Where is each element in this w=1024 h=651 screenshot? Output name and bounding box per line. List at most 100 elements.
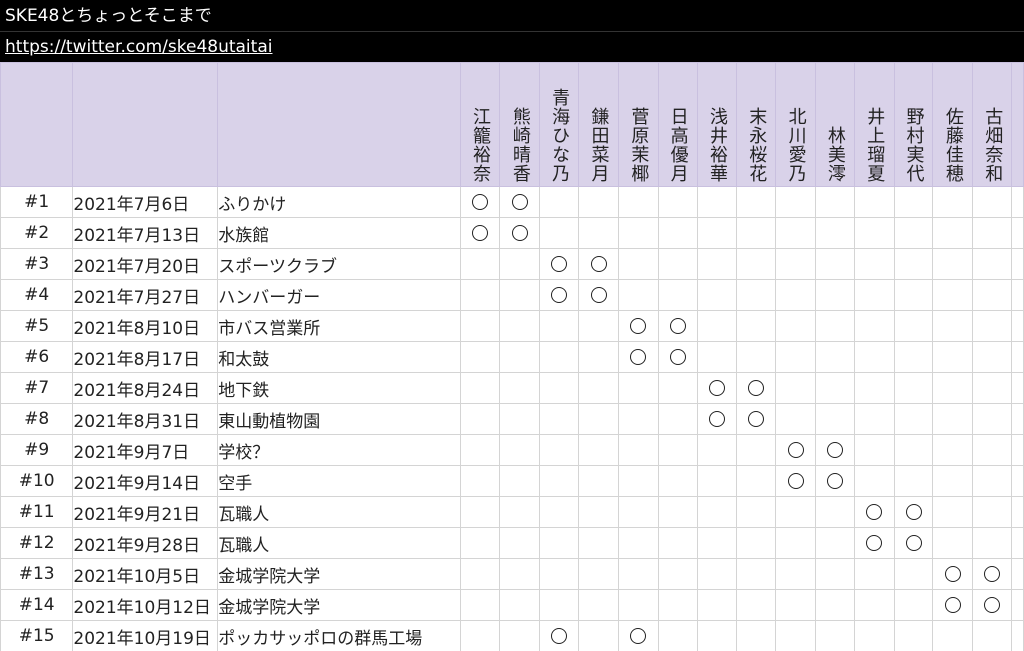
appearance-mark-cell[interactable] — [972, 589, 1013, 621]
empty-cell[interactable] — [815, 341, 855, 373]
empty-cell[interactable] — [736, 589, 777, 621]
empty-cell[interactable] — [775, 527, 816, 559]
empty-cell[interactable] — [1011, 496, 1024, 528]
empty-cell[interactable] — [853, 620, 895, 651]
date-cell[interactable]: 2021年10月19日 — [72, 620, 219, 651]
episode-number-cell[interactable]: #7 — [0, 372, 74, 404]
appearance-mark-cell[interactable] — [539, 620, 580, 651]
empty-cell[interactable] — [657, 589, 698, 621]
empty-cell[interactable] — [657, 403, 698, 435]
appearance-mark-cell[interactable] — [539, 248, 580, 280]
member-header-cell[interactable]: 野村実代 — [893, 62, 934, 187]
empty-cell[interactable] — [736, 310, 777, 342]
date-cell[interactable]: 2021年9月14日 — [72, 465, 219, 497]
empty-cell[interactable] — [696, 620, 738, 651]
empty-cell[interactable] — [539, 434, 580, 466]
empty-cell[interactable] — [578, 558, 619, 590]
empty-cell[interactable] — [539, 310, 580, 342]
empty-cell[interactable] — [932, 527, 974, 559]
title-cell[interactable]: 金城学院大学 — [217, 589, 461, 621]
episode-number-cell[interactable]: #2 — [0, 217, 74, 249]
empty-cell[interactable] — [657, 496, 698, 528]
empty-cell[interactable] — [853, 372, 895, 404]
empty-cell[interactable] — [972, 527, 1013, 559]
empty-cell[interactable] — [578, 465, 619, 497]
empty-cell[interactable] — [853, 465, 895, 497]
empty-cell[interactable] — [578, 589, 619, 621]
date-cell[interactable]: 2021年7月20日 — [72, 248, 219, 280]
empty-cell[interactable] — [972, 620, 1013, 651]
empty-cell[interactable] — [893, 279, 934, 311]
episode-number-cell[interactable]: #6 — [0, 341, 74, 373]
empty-cell[interactable] — [815, 310, 855, 342]
appearance-mark-cell[interactable] — [815, 465, 855, 497]
empty-cell[interactable] — [1011, 62, 1024, 187]
empty-cell[interactable] — [893, 248, 934, 280]
empty-cell[interactable] — [1011, 465, 1024, 497]
empty-cell[interactable] — [499, 248, 541, 280]
episode-number-cell[interactable]: #11 — [0, 496, 74, 528]
empty-cell[interactable] — [932, 279, 974, 311]
empty-cell[interactable] — [617, 589, 659, 621]
empty-cell[interactable] — [657, 558, 698, 590]
empty-cell[interactable] — [736, 186, 777, 218]
appearance-mark-cell[interactable] — [736, 372, 777, 404]
empty-cell[interactable] — [972, 434, 1013, 466]
date-cell[interactable]: 2021年9月28日 — [72, 527, 219, 559]
member-header-cell[interactable]: 日高優月 — [657, 62, 698, 187]
empty-cell[interactable] — [775, 496, 816, 528]
empty-cell[interactable] — [696, 217, 738, 249]
appearance-mark-cell[interactable] — [657, 310, 698, 342]
empty-cell[interactable] — [775, 310, 816, 342]
empty-cell[interactable] — [459, 558, 501, 590]
empty-cell[interactable] — [972, 341, 1013, 373]
empty-cell[interactable] — [815, 620, 855, 651]
empty-cell[interactable] — [499, 403, 541, 435]
title-cell[interactable]: 和太鼓 — [217, 341, 461, 373]
empty-cell[interactable] — [617, 403, 659, 435]
empty-cell[interactable] — [893, 310, 934, 342]
empty-cell[interactable] — [815, 372, 855, 404]
title-cell[interactable]: ふりかけ — [217, 186, 461, 218]
member-header-cell[interactable]: 林美澪 — [815, 62, 855, 187]
empty-cell[interactable] — [459, 496, 501, 528]
sheet-title[interactable]: SKE48とちょっとそこまで — [5, 4, 212, 28]
empty-cell[interactable] — [815, 186, 855, 218]
empty-cell[interactable] — [1011, 527, 1024, 559]
empty-cell[interactable] — [853, 248, 895, 280]
empty-cell[interactable] — [578, 217, 619, 249]
title-cell[interactable]: ポッカサッポロの群馬工場 — [217, 620, 461, 651]
empty-cell[interactable] — [736, 527, 777, 559]
date-cell[interactable]: 2021年10月12日 — [72, 589, 219, 621]
empty-cell[interactable] — [736, 465, 777, 497]
empty-cell[interactable] — [499, 620, 541, 651]
date-cell[interactable]: 2021年7月13日 — [72, 217, 219, 249]
empty-cell[interactable] — [1011, 372, 1024, 404]
empty-cell[interactable] — [539, 558, 580, 590]
appearance-mark-cell[interactable] — [815, 434, 855, 466]
date-cell[interactable]: 2021年8月10日 — [72, 310, 219, 342]
empty-cell[interactable] — [459, 527, 501, 559]
empty-cell[interactable] — [932, 465, 974, 497]
empty-cell[interactable] — [972, 403, 1013, 435]
empty-cell[interactable] — [657, 372, 698, 404]
empty-cell[interactable] — [617, 527, 659, 559]
episode-number-cell[interactable]: #1 — [0, 186, 74, 218]
appearance-mark-cell[interactable] — [459, 186, 501, 218]
empty-cell[interactable] — [1011, 589, 1024, 621]
empty-cell[interactable] — [499, 465, 541, 497]
episode-number-cell[interactable]: #10 — [0, 465, 74, 497]
empty-cell[interactable] — [696, 558, 738, 590]
date-cell[interactable]: 2021年8月17日 — [72, 341, 219, 373]
title-cell[interactable]: 瓦職人 — [217, 496, 461, 528]
empty-cell[interactable] — [578, 527, 619, 559]
empty-cell[interactable] — [1011, 279, 1024, 311]
empty-cell[interactable] — [853, 434, 895, 466]
empty-cell[interactable] — [893, 217, 934, 249]
empty-cell[interactable] — [499, 341, 541, 373]
empty-cell[interactable] — [539, 372, 580, 404]
empty-cell[interactable] — [775, 558, 816, 590]
empty-cell[interactable] — [972, 465, 1013, 497]
empty-cell[interactable] — [893, 186, 934, 218]
appearance-mark-cell[interactable] — [459, 217, 501, 249]
